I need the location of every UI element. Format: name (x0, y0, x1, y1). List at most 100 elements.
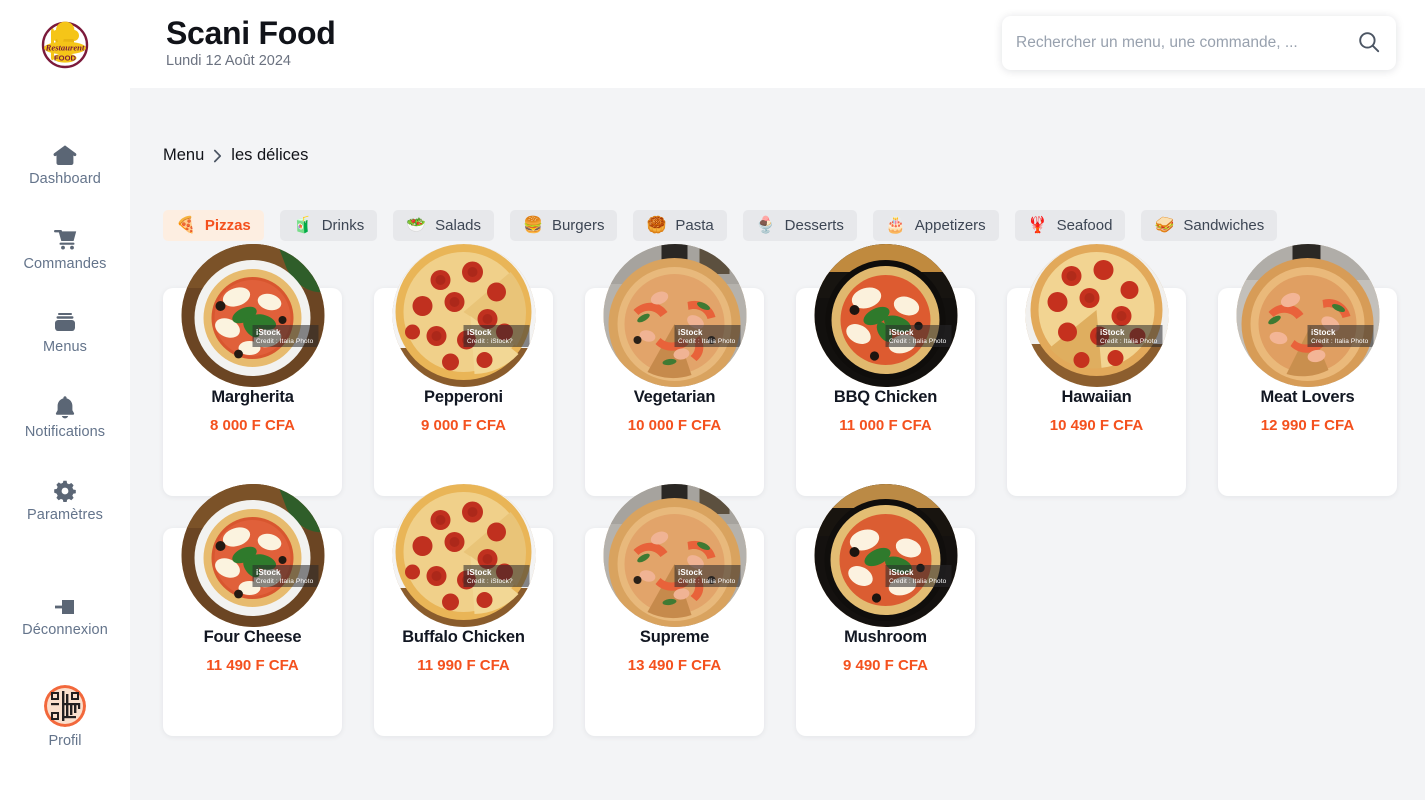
sandwich-icon: 🥪 (1154, 216, 1175, 234)
buffalo-chicken-pizza-photo: iStock Credit : iStock? (392, 484, 535, 627)
sidebar-item-notifications[interactable]: Notifications (0, 375, 130, 459)
tab-label: Seafood (1056, 217, 1113, 234)
four-cheese-pizza-photo: iStock Credit : Italia Photo (181, 484, 324, 627)
product-name: BBQ Chicken (833, 388, 938, 406)
breadcrumb-current[interactable]: les délices (231, 146, 308, 165)
product-name: Buffalo Chicken (402, 628, 525, 646)
sidebar-item-deconnexion[interactable]: Déconnexion (0, 575, 130, 659)
product-name: Supreme (639, 628, 710, 646)
sidebar-item-label: Notifications (24, 423, 106, 440)
logout-arrow-icon (54, 597, 76, 617)
product-name: Mushroom (844, 628, 927, 646)
sidebar-item-commandes[interactable]: Commandes (0, 207, 130, 291)
product-price: 11 000 F CFA (839, 417, 932, 434)
product-card[interactable]: iStock Credit : Italia Photo Meat Lovers 12… (1218, 244, 1397, 496)
sidebar-item-label: Paramètres (27, 506, 103, 523)
tab-label: Drinks (321, 217, 365, 234)
sidebar-item-dashboard[interactable]: Dashboard (0, 123, 130, 207)
tab-sandwiches[interactable]: 🥪 Sandwiches (1141, 210, 1278, 241)
product-card[interactable]: iStock Credit : iStock? Buffalo Chicken 11 … (374, 484, 553, 736)
breadcrumb-root[interactable]: Menu (163, 146, 204, 165)
search-input[interactable] (1016, 34, 1358, 52)
app-root: Restaurent FOOD Dashboard Commandes Menu… (0, 0, 1425, 800)
sidebar-item-profil[interactable]: Profil (0, 685, 130, 749)
product-card[interactable]: iStock Credit : Italia Photo BBQ Chicken 11… (796, 244, 975, 496)
salad-icon: 🥗 (406, 216, 427, 234)
pepperoni-pizza-photo: iStock Credit : iStock? (392, 244, 535, 387)
product-price: 10 490 F CFA (1049, 417, 1144, 434)
product-price: 8 000 F CFA (209, 417, 296, 434)
appetizer-icon: 🎂 (885, 216, 906, 234)
margherita-pizza-photo: iStock Credit : Italia Photo (181, 244, 324, 387)
tab-label: Sandwiches (1183, 217, 1265, 234)
seafood-icon: 🦞 (1027, 216, 1048, 234)
bell-icon (54, 395, 76, 419)
product-card[interactable]: iStock Credit : Italia Photo Supreme 13 490… (585, 484, 764, 736)
search-icon (1358, 31, 1380, 56)
product-name: Pepperoni (424, 388, 503, 406)
search-bar[interactable] (1002, 16, 1396, 70)
product-price: 12 990 F CFA (1260, 417, 1355, 434)
sidebar-item-parametres[interactable]: Paramètres (0, 459, 130, 543)
search-button[interactable] (1358, 31, 1380, 56)
restaurant-food-logo[interactable]: Restaurent FOOD (33, 11, 97, 75)
product-card[interactable]: iStock Credit : Italia Photo Mushroom 9 490… (796, 484, 975, 736)
menus-stack-icon (53, 312, 77, 334)
tab-appetizers[interactable]: 🎂 Appetizers (872, 210, 999, 241)
qr-avatar-icon (44, 685, 86, 727)
vegetarian-pizza-photo: iStock Credit : Italia Photo (603, 244, 746, 387)
shopping-cart-icon (52, 227, 78, 251)
home-icon (53, 144, 77, 166)
sidebar: Restaurent FOOD Dashboard Commandes Menu… (0, 0, 130, 800)
svg-text:Restaurent: Restaurent (45, 43, 85, 53)
sidebar-item-label: Profil (48, 733, 82, 749)
page-title: Scani Food (166, 15, 336, 51)
category-tabs: 🍕 Pizzas 🧃 Drinks 🥗 Salads 🍔 Burgers 🥮 P… (163, 210, 1278, 241)
chevron-right-icon (213, 149, 222, 163)
tab-pizzas[interactable]: 🍕 Pizzas (163, 210, 264, 241)
product-card[interactable]: iStock Credit : Italia Photo Vegetarian 10 … (585, 244, 764, 496)
product-price: 9 490 F CFA (842, 657, 929, 674)
pasta-icon: 🥮 (646, 216, 667, 234)
tab-label: Burgers (551, 217, 605, 234)
product-name: Margherita (211, 388, 294, 406)
product-name: Four Cheese (203, 628, 302, 646)
product-card[interactable]: iStock Credit : Italia Photo Four Cheese 11… (163, 484, 342, 736)
sidebar-item-label: Commandes (23, 255, 107, 272)
product-grid: iStock Credit : Italia Photo Margherita 8 0… (163, 244, 1409, 736)
tab-drinks[interactable]: 🧃 Drinks (279, 210, 378, 241)
product-name: Meat Lovers (1260, 388, 1355, 406)
product-card[interactable]: iStock Credit : Italia Photo Hawaiian 10 49… (1007, 244, 1186, 496)
sidebar-item-label: Menus (42, 338, 88, 355)
header-date: Lundi 12 Août 2024 (166, 53, 291, 69)
product-name: Hawaiian (1061, 388, 1132, 406)
gear-icon (54, 480, 76, 502)
tab-pasta[interactable]: 🥮 Pasta (633, 210, 727, 241)
sidebar-item-menus[interactable]: Menus (0, 291, 130, 375)
tab-salads[interactable]: 🥗 Salads (393, 210, 495, 241)
app-header: Scani Food Lundi 12 Août 2024 (130, 0, 1425, 88)
logo-icon: Restaurent FOOD (41, 21, 89, 69)
sidebar-item-label: Déconnexion (22, 621, 108, 638)
product-price: 11 490 F CFA (206, 657, 299, 674)
tab-label: Desserts (784, 217, 844, 234)
tab-desserts[interactable]: 🍨 Desserts (742, 210, 857, 241)
tab-label: Pasta (675, 217, 714, 234)
bbq-chicken-pizza-photo: iStock Credit : Italia Photo (814, 244, 957, 387)
dessert-icon: 🍨 (755, 216, 776, 234)
tab-label: Salads (435, 217, 482, 234)
sidebar-nav: Dashboard Commandes Menus Notifications … (0, 123, 130, 659)
tab-label: Appetizers (914, 217, 986, 234)
product-card[interactable]: iStock Credit : Italia Photo Margherita 8 0… (163, 244, 342, 496)
product-card[interactable]: iStock Credit : iStock? Pepperoni 9 000 F C… (374, 244, 553, 496)
product-price: 9 000 F CFA (420, 417, 507, 434)
breadcrumb: Menu les délices (163, 146, 308, 165)
tab-burgers[interactable]: 🍔 Burgers (510, 210, 618, 241)
product-price: 10 000 F CFA (627, 417, 722, 434)
main-content: Menu les délices 🍕 Pizzas 🧃 Drinks 🥗 Sal… (130, 88, 1425, 800)
tab-seafood[interactable]: 🦞 Seafood (1014, 210, 1126, 241)
supreme-pizza-photo: iStock Credit : Italia Photo (603, 484, 746, 627)
burger-icon: 🍔 (523, 216, 543, 234)
drinks-icon: 🧃 (292, 216, 313, 234)
product-name: Vegetarian (633, 388, 716, 406)
